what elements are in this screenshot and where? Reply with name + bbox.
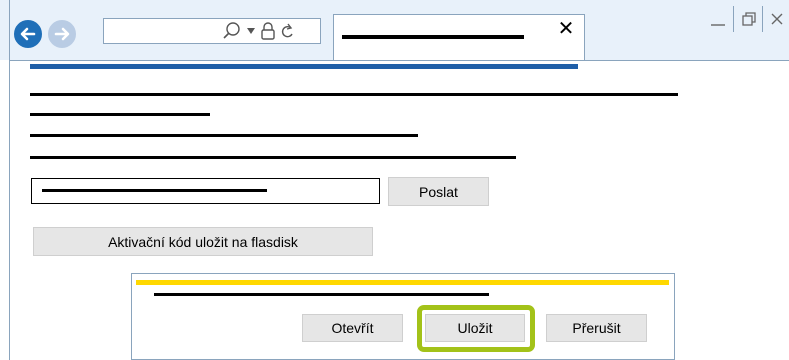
arrow-right-icon xyxy=(54,27,70,41)
refresh-icon[interactable] xyxy=(280,22,294,40)
minimize-icon xyxy=(711,24,725,26)
save-button-highlight xyxy=(417,305,535,352)
tab-title xyxy=(342,35,524,39)
minimize-button[interactable] xyxy=(704,4,732,34)
page-header-rule xyxy=(30,64,578,69)
save-activation-code-button[interactable]: Aktivační kód uložit na flasdisk xyxy=(33,227,373,256)
window-control-divider xyxy=(733,6,734,32)
back-button[interactable] xyxy=(14,20,42,48)
tab-close-button[interactable]: ✕ xyxy=(555,18,577,40)
arrow-left-icon xyxy=(20,27,36,41)
window-control-divider xyxy=(762,6,763,32)
dialog-message-placeholder xyxy=(154,293,489,296)
text-placeholder-line xyxy=(30,156,516,159)
cancel-button[interactable]: Přerušit xyxy=(546,314,647,342)
lock-icon xyxy=(261,22,275,40)
dialog-accent-bar xyxy=(136,280,669,285)
send-button[interactable]: Poslat xyxy=(388,177,489,206)
restore-icon xyxy=(742,12,756,26)
input-value-placeholder xyxy=(42,189,267,192)
restore-button[interactable] xyxy=(736,4,762,34)
close-icon: ✕ xyxy=(557,18,575,40)
open-button[interactable]: Otevřít xyxy=(302,314,403,342)
address-bar-icons xyxy=(222,20,294,42)
text-placeholder-line xyxy=(30,113,210,116)
text-placeholder-line xyxy=(30,93,678,96)
close-icon xyxy=(771,13,782,25)
chevron-down-icon[interactable] xyxy=(246,26,256,36)
search-icon[interactable] xyxy=(222,21,242,41)
text-placeholder-line xyxy=(30,134,418,137)
forward-button[interactable] xyxy=(48,20,76,48)
window-close-button[interactable] xyxy=(764,4,789,34)
